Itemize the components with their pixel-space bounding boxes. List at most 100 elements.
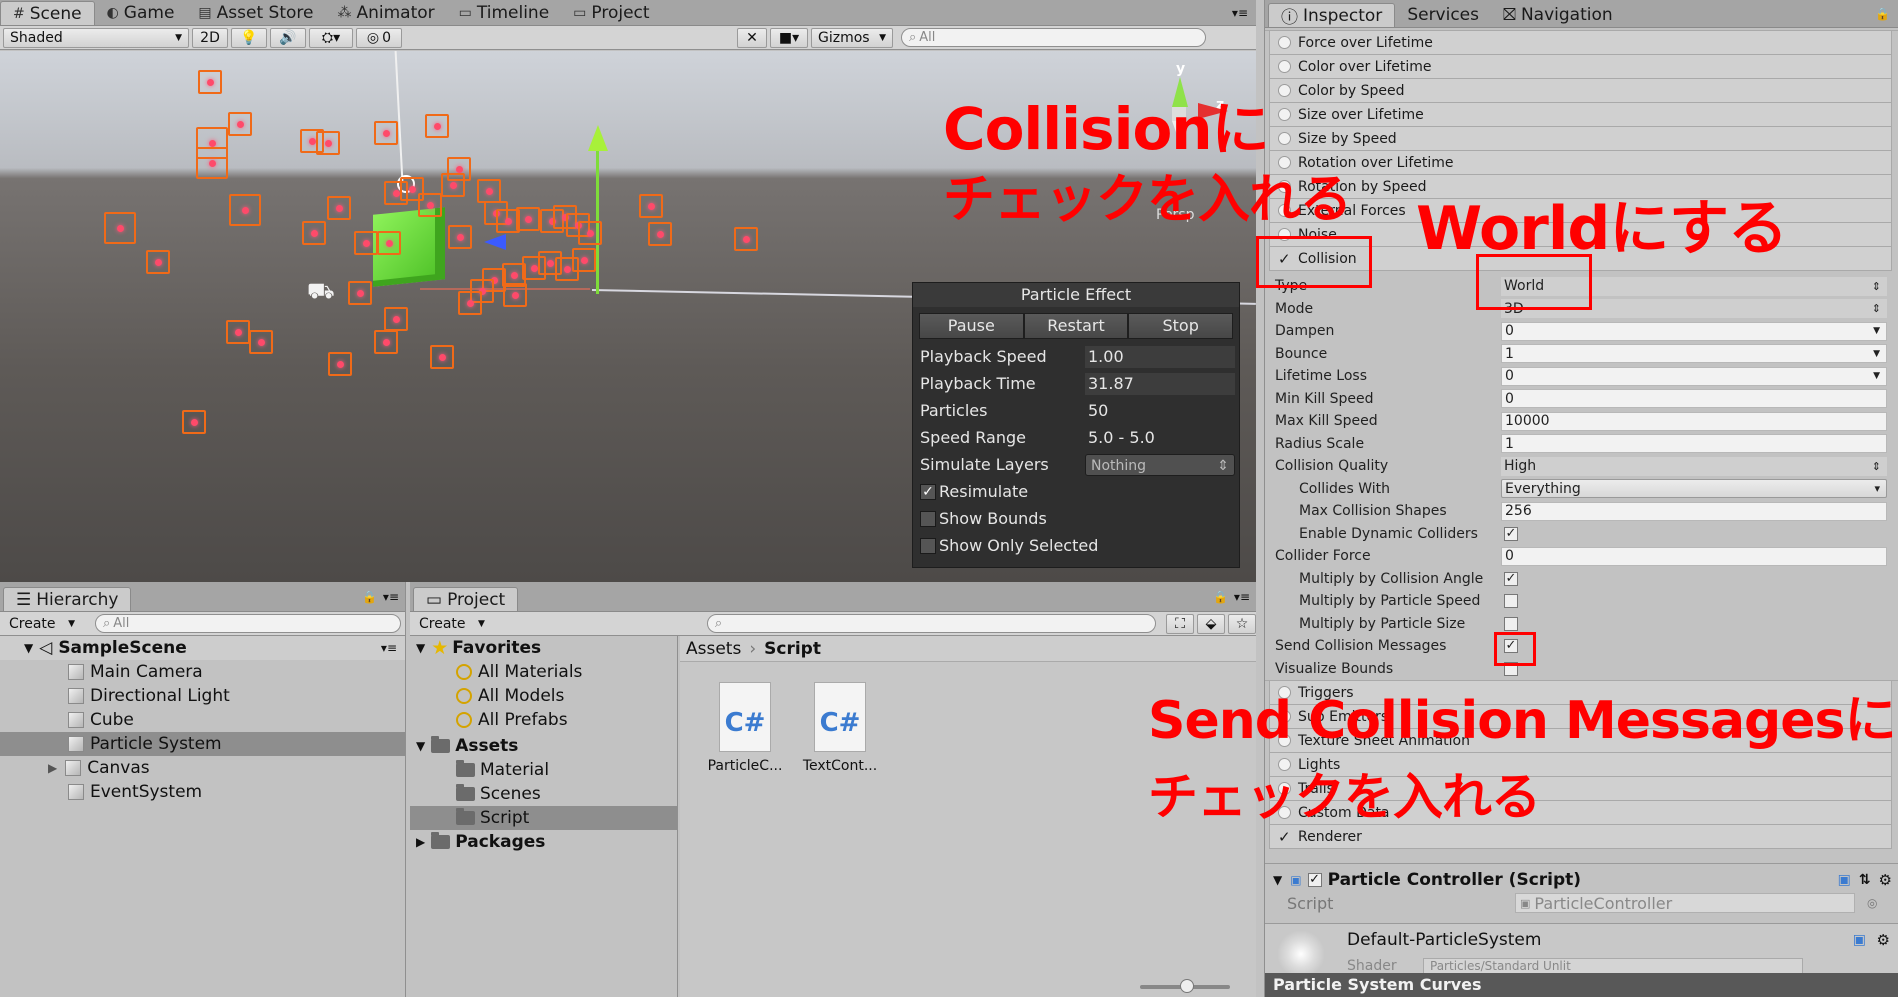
- checkbox[interactable]: ✓: [1504, 571, 1518, 586]
- prop-field[interactable]: 1: [1501, 434, 1887, 454]
- camera-settings-icon[interactable]: ■▾: [770, 27, 808, 48]
- packages-header[interactable]: ▶ Packages: [410, 830, 677, 854]
- hierarchy-item-eventsystem[interactable]: EventSystem: [0, 780, 405, 804]
- camera-gizmo-icon[interactable]: ⛟: [307, 279, 335, 307]
- zoom-slider-thumb[interactable]: [1180, 979, 1194, 993]
- effects-toggle-icon[interactable]: ⛭▾: [309, 27, 353, 48]
- pause-button[interactable]: Pause: [919, 313, 1024, 339]
- audio-toggle-icon[interactable]: 🔊: [270, 27, 306, 48]
- module-color-over-lifetime[interactable]: Color over Lifetime: [1269, 55, 1892, 79]
- filter-type-icon[interactable]: ⛶: [1166, 613, 1195, 634]
- favorite-star-icon[interactable]: ☆: [1228, 613, 1256, 634]
- module-checkbox[interactable]: ✓: [1278, 828, 1292, 846]
- prop-checkbox[interactable]: ✓: [1501, 569, 1887, 588]
- module-toggle-icon[interactable]: [1278, 36, 1291, 49]
- resimulate-checkbox[interactable]: ✓: [920, 483, 936, 500]
- project-search-input[interactable]: ⌕: [706, 614, 1157, 633]
- shading-dropdown[interactable]: Shaded ▼: [3, 27, 189, 48]
- module-toggle-icon[interactable]: [1278, 60, 1291, 73]
- checkbox[interactable]: [1504, 616, 1518, 631]
- tab-services[interactable]: Services: [1395, 3, 1491, 27]
- hierarchy-item-canvas[interactable]: ▶ Canvas: [0, 756, 405, 780]
- prop-field[interactable]: 0 ▼: [1501, 321, 1887, 341]
- zoom-slider[interactable]: [1140, 979, 1230, 993]
- create-dropdown[interactable]: Create ▼: [3, 614, 81, 634]
- hierarchy-item-directional-light[interactable]: Directional Light: [0, 684, 405, 708]
- tab-inspector[interactable]: ⓘ Inspector: [1268, 3, 1396, 28]
- tab-hierarchy[interactable]: ☰ Hierarchy: [3, 587, 132, 611]
- module-toggle-icon[interactable]: [1278, 132, 1291, 145]
- 2d-toggle[interactable]: 2D: [192, 27, 228, 48]
- breadcrumb-assets[interactable]: Assets: [686, 639, 741, 659]
- module-force-over-lifetime[interactable]: Force over Lifetime: [1269, 31, 1892, 55]
- prop-checkbox[interactable]: [1501, 592, 1887, 611]
- gear-icon[interactable]: ⚙: [1877, 931, 1890, 949]
- file-item[interactable]: C# ParticleC...: [700, 682, 790, 774]
- folder-material[interactable]: Material: [410, 758, 677, 782]
- folder-scenes[interactable]: Scenes: [410, 782, 677, 806]
- scene-search-input[interactable]: ⌕ All: [901, 28, 1206, 47]
- prop-dropdown[interactable]: Everything ▾: [1501, 479, 1887, 499]
- foldout-arrow-icon[interactable]: ▼: [1273, 873, 1282, 887]
- prop-checkbox[interactable]: ✓: [1501, 524, 1887, 543]
- script-field[interactable]: ▣ ParticleController: [1515, 893, 1855, 913]
- gizmos-dropdown[interactable]: Gizmos ▼: [811, 27, 893, 48]
- show-only-selected-checkbox[interactable]: [920, 537, 936, 554]
- prop-field[interactable]: 1 ▼: [1501, 344, 1887, 364]
- show-bounds-checkbox[interactable]: [920, 510, 936, 527]
- stop-button[interactable]: Stop: [1128, 313, 1234, 339]
- object-picker-icon[interactable]: ◎: [1867, 896, 1877, 910]
- lock-icon[interactable]: 🔒: [362, 590, 377, 604]
- hierarchy-item-particle-system[interactable]: Particle System: [0, 732, 405, 756]
- presets-icon[interactable]: ⇅: [1859, 872, 1871, 888]
- hierarchy-item-cube[interactable]: Cube: [0, 708, 405, 732]
- chevron-down-icon[interactable]: ▼: [1873, 371, 1880, 381]
- prop-field[interactable]: 256: [1501, 501, 1887, 521]
- chevron-down-icon[interactable]: ▼: [1873, 349, 1880, 359]
- restart-button[interactable]: Restart: [1023, 313, 1129, 339]
- gear-icon[interactable]: ⚙: [1879, 871, 1892, 889]
- checkbox[interactable]: [1504, 594, 1518, 609]
- module-toggle-icon[interactable]: [1278, 84, 1291, 97]
- prop-checkbox[interactable]: ✓: [1501, 637, 1887, 656]
- module-color-by-speed[interactable]: Color by Speed: [1269, 79, 1892, 103]
- prop-field[interactable]: 0: [1501, 389, 1887, 409]
- lock-icon[interactable]: 🔒: [1213, 590, 1228, 604]
- tab-scene[interactable]: # Scene: [0, 1, 95, 25]
- tab-navigation[interactable]: ⛝ Navigation: [1491, 3, 1625, 27]
- favorite-all-materials[interactable]: All Materials: [410, 660, 677, 684]
- assets-header[interactable]: ▼ Assets: [410, 734, 677, 758]
- folder-script[interactable]: Script: [410, 806, 677, 830]
- hierarchy-item-main-camera[interactable]: Main Camera: [0, 660, 405, 684]
- favorite-all-models[interactable]: All Models: [410, 684, 677, 708]
- help-icon[interactable]: ▣: [1838, 872, 1851, 888]
- favorite-all-prefabs[interactable]: All Prefabs: [410, 708, 677, 732]
- lock-icon[interactable]: 🔒: [1875, 7, 1890, 21]
- particle-system-curves-header[interactable]: Particle System Curves: [1265, 973, 1898, 997]
- tab-project[interactable]: ▭ Project: [561, 1, 661, 25]
- file-item[interactable]: C# TextCont...: [795, 682, 885, 774]
- module-rotation-over-lifetime[interactable]: Rotation over Lifetime: [1269, 151, 1892, 175]
- tools-icon[interactable]: ✕: [737, 27, 767, 48]
- chevron-down-icon[interactable]: ▼: [1873, 326, 1880, 336]
- module-size-over-lifetime[interactable]: Size over Lifetime: [1269, 103, 1892, 127]
- scene-root[interactable]: ▼ ◁ SampleScene ▾≡: [0, 636, 405, 660]
- create-dropdown[interactable]: Create ▼: [413, 614, 491, 634]
- breadcrumb-script[interactable]: Script: [764, 639, 821, 659]
- tab-asset-store[interactable]: ▤ Asset Store: [186, 1, 325, 25]
- prop-field[interactable]: 0: [1501, 546, 1887, 566]
- prop-field[interactable]: 0 ▼: [1501, 366, 1887, 386]
- checkbox[interactable]: ✓: [1504, 526, 1518, 541]
- tab-animator[interactable]: ⁂ Animator: [325, 1, 446, 25]
- panel-menu-icon[interactable]: ▾≡: [383, 590, 399, 604]
- prop-field[interactable]: 10000: [1501, 411, 1887, 431]
- tab-project-panel[interactable]: ▭ Project: [413, 587, 519, 611]
- help-icon[interactable]: ▣: [1853, 932, 1866, 948]
- playback-speed-field[interactable]: 1.00: [1085, 345, 1235, 368]
- component-enabled-checkbox[interactable]: ✓: [1307, 873, 1322, 887]
- hierarchy-search-input[interactable]: ⌕ All: [95, 614, 401, 633]
- simulate-layers-dropdown[interactable]: Nothing ⇕: [1085, 453, 1235, 476]
- module-size-by-speed[interactable]: Size by Speed: [1269, 127, 1892, 151]
- scene-menu-icon[interactable]: ▾≡: [381, 641, 397, 655]
- prop-dropdown[interactable]: High ⇕: [1501, 456, 1887, 476]
